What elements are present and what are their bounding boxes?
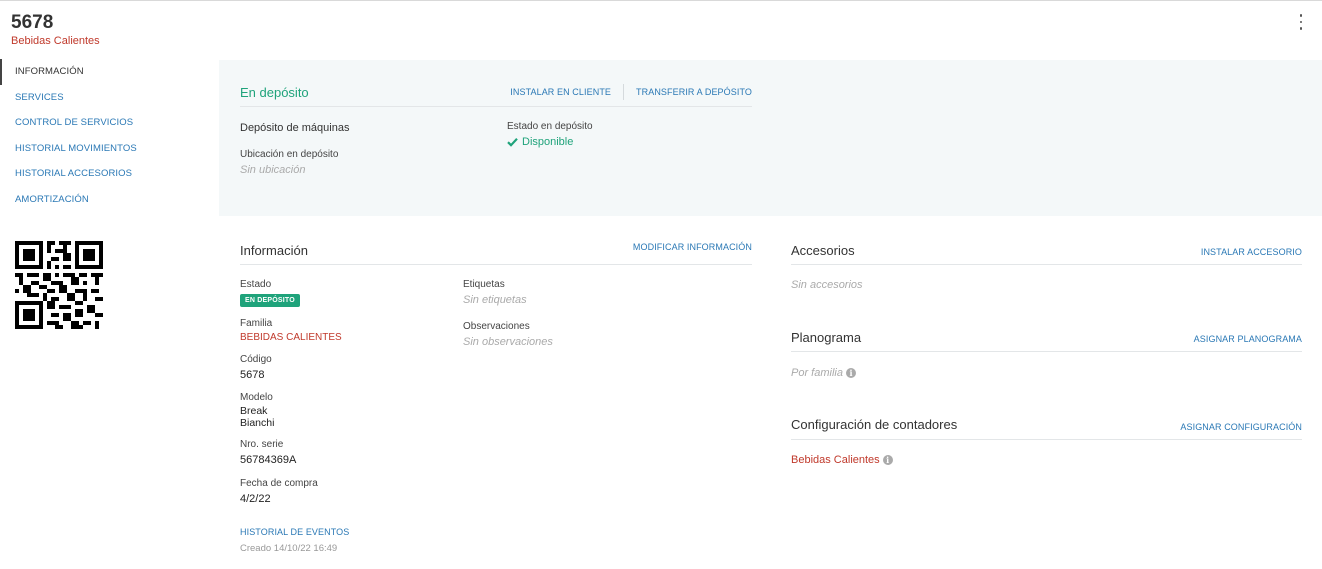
divider <box>623 84 625 100</box>
planograma-value-row: Por familia i <box>791 367 856 379</box>
etiquetas-label: Etiquetas <box>463 279 505 290</box>
serie-label: Nro. serie <box>240 439 284 450</box>
contadores-title: Configuración de contadores <box>791 417 958 432</box>
location-label: Ubicación en depósito <box>240 149 339 160</box>
sidebar-item-historial-accesorios[interactable]: HISTORIAL ACCESORIOS <box>0 161 200 187</box>
planograma-value: Por familia <box>791 367 843 379</box>
deposit-name: Depósito de máquinas <box>240 122 350 134</box>
observaciones-value: Sin observaciones <box>463 336 553 348</box>
contadores-header: Configuración de contadores ASIGNAR CONF… <box>791 410 1302 440</box>
planograma-header: Planograma ASIGNAR PLANOGRAMA <box>791 323 1302 352</box>
planograma-title: Planograma <box>791 329 862 345</box>
info-icon[interactable]: i <box>882 455 893 465</box>
qr-code-icon <box>15 241 103 329</box>
contadores-value-row: Bebidas Calientes i <box>791 454 893 466</box>
info-header: Información MODIFICAR INFORMACIÓN <box>240 236 752 265</box>
familia-label: Familia <box>240 318 273 329</box>
accesorios-header: Accesorios INSTALAR ACCESORIO <box>791 236 1302 265</box>
deposit-state-label: Estado en depósito <box>507 121 593 132</box>
serie-value: 56784369A <box>240 454 297 466</box>
modelo-label: Modelo <box>240 392 273 403</box>
created-timestamp: Creado 14/10/22 16:49 <box>240 543 338 554</box>
assign-planogram-button[interactable]: ASIGNAR PLANOGRAMA <box>1194 334 1302 344</box>
deposit-title: En depósito <box>240 84 309 100</box>
info-title: Información <box>240 242 308 258</box>
sidebar-item-control-servicios[interactable]: CONTROL DE SERVICIOS <box>0 110 200 136</box>
location-value: Sin ubicación <box>240 164 306 176</box>
codigo-label: Código <box>240 354 272 365</box>
sidebar-nav: INFORMACIÓN SERVICES CONTROL DE SERVICIO… <box>0 59 200 212</box>
deposit-state-value: Disponible <box>507 136 573 148</box>
estado-label: Estado <box>240 279 272 290</box>
sidebar-item-services[interactable]: SERVICES <box>0 85 200 111</box>
compra-label: Fecha de compra <box>240 478 318 489</box>
assign-configuration-button[interactable]: ASIGNAR CONFIGURACIÓN <box>1180 422 1302 432</box>
install-client-button[interactable]: INSTALAR EN CLIENTE <box>510 87 611 97</box>
top-border <box>0 0 1322 1</box>
familia-value: BEBIDAS CALIENTES <box>240 332 342 343</box>
more-options-icon[interactable] <box>1294 14 1308 30</box>
accesorios-empty: Sin accesorios <box>791 279 863 291</box>
sidebar-item-historial-movimientos[interactable]: HISTORIAL MOVIMIENTOS <box>0 136 200 162</box>
sidebar-item-amortizacion[interactable]: AMORTIZACIÓN <box>0 187 200 213</box>
deposit-actions: INSTALAR EN CLIENTE TRANSFERIR A DEPÓSIT… <box>510 84 752 100</box>
install-accessory-button[interactable]: INSTALAR ACCESORIO <box>1201 247 1302 257</box>
status-badge: EN DEPÓSITO <box>240 294 300 307</box>
deposit-state-text: Disponible <box>522 136 574 148</box>
modelo-line1: Break <box>240 405 268 417</box>
transfer-deposit-button[interactable]: TRANSFERIR A DEPÓSITO <box>636 87 752 97</box>
check-icon <box>507 138 518 147</box>
modelo-line2: Bianchi <box>240 417 275 429</box>
compra-value: 4/2/22 <box>240 493 271 505</box>
deposit-header: En depósito INSTALAR EN CLIENTE TRANSFER… <box>240 78 752 107</box>
contadores-value[interactable]: Bebidas Calientes <box>791 454 880 466</box>
codigo-value: 5678 <box>240 369 265 381</box>
info-icon[interactable]: i <box>845 368 856 378</box>
page-title: 5678 <box>11 12 54 33</box>
modify-info-button[interactable]: MODIFICAR INFORMACIÓN <box>633 242 752 252</box>
observaciones-label: Observaciones <box>463 321 530 332</box>
history-events-link[interactable]: HISTORIAL DE EVENTOS <box>240 527 349 537</box>
sidebar-item-informacion[interactable]: INFORMACIÓN <box>0 59 200 85</box>
page-subtitle: Bebidas Calientes <box>11 35 100 47</box>
etiquetas-value: Sin etiquetas <box>463 294 527 306</box>
accesorios-title: Accesorios <box>791 242 855 258</box>
